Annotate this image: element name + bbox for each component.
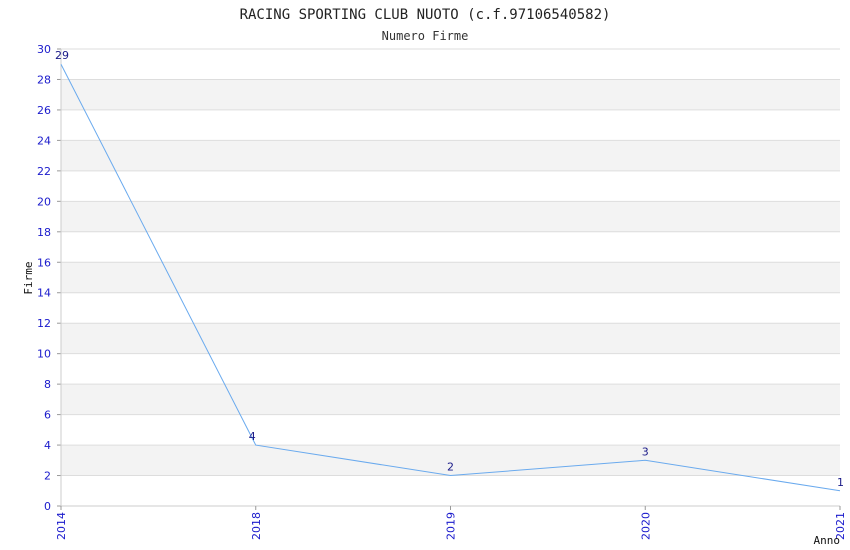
grid-band — [61, 262, 840, 293]
x-tick-label: 2020 — [639, 512, 652, 540]
chart-title: RACING SPORTING CLUB NUOTO (c.f.97106540… — [240, 7, 611, 23]
y-tick-label: 8 — [44, 378, 51, 391]
x-tick-labels: 2014 2018 2019 2020 2021 — [55, 506, 847, 540]
y-tick-label: 14 — [37, 287, 51, 300]
y-tick-label: 28 — [37, 73, 51, 86]
y-tick-label: 26 — [37, 104, 51, 117]
y-tick-label: 24 — [37, 134, 51, 147]
grid-band — [61, 384, 840, 415]
grid-band — [61, 201, 840, 232]
y-tick-label: 18 — [37, 226, 51, 239]
grid-band — [61, 140, 840, 171]
y-tick-labels: 024681012141618202224262830 — [37, 43, 51, 513]
y-tick-label: 20 — [37, 195, 51, 208]
y-axis-label: Firme — [22, 261, 35, 294]
x-tick-label: 2018 — [250, 512, 263, 540]
chart-subtitle: Numero Firme — [382, 29, 469, 43]
y-tick-label: 0 — [44, 500, 51, 513]
y-tick-label: 30 — [37, 43, 51, 56]
data-label: 1 — [837, 476, 844, 489]
data-label: 3 — [642, 445, 649, 458]
grid-band — [61, 79, 840, 110]
line-chart: RACING SPORTING CLUB NUOTO (c.f.97106540… — [22, 7, 847, 547]
y-tick-label: 12 — [37, 317, 51, 330]
y-tick-label: 4 — [44, 439, 51, 452]
y-tick-label: 2 — [44, 470, 51, 483]
grid-band — [61, 323, 840, 354]
x-axis-label: Anno — [814, 534, 841, 547]
y-tick-label: 6 — [44, 409, 51, 422]
x-tick-label: 2014 — [55, 512, 68, 540]
data-label: 2 — [447, 461, 454, 474]
grid-bands — [61, 79, 840, 476]
y-tick-label: 16 — [37, 256, 51, 269]
y-tick-label: 22 — [37, 165, 51, 178]
y-tick-label: 10 — [37, 348, 51, 361]
x-tick-label: 2019 — [445, 512, 458, 540]
data-label: 4 — [249, 430, 256, 443]
data-label: 29 — [55, 49, 69, 62]
